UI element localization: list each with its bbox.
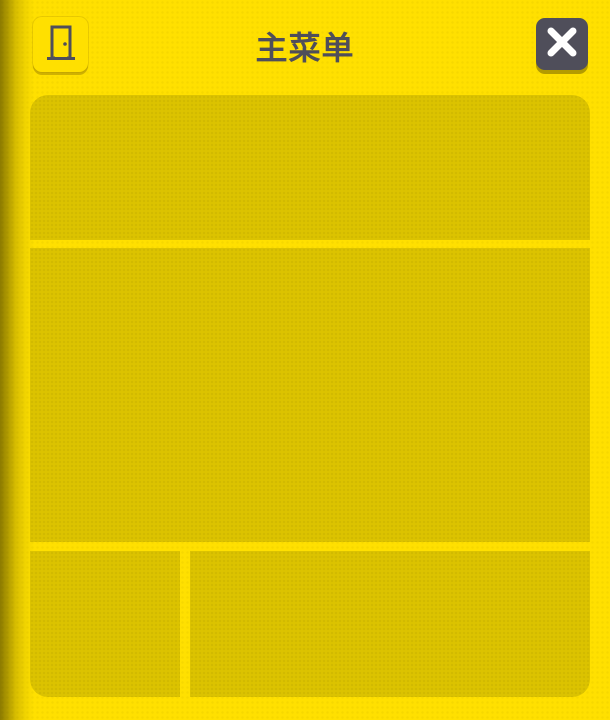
- menu-panel-top: [30, 95, 590, 240]
- page-title: 主菜单: [255, 29, 355, 67]
- close-button[interactable]: [536, 18, 588, 70]
- menu-panel-middle: [30, 248, 590, 542]
- menu-panel-bottom-left: [30, 551, 180, 697]
- menu-panel-bottom-right: [190, 551, 590, 697]
- left-edge-shadow: [0, 0, 34, 720]
- close-icon: [545, 25, 579, 63]
- main-menu-screen: 主菜单: [0, 0, 610, 720]
